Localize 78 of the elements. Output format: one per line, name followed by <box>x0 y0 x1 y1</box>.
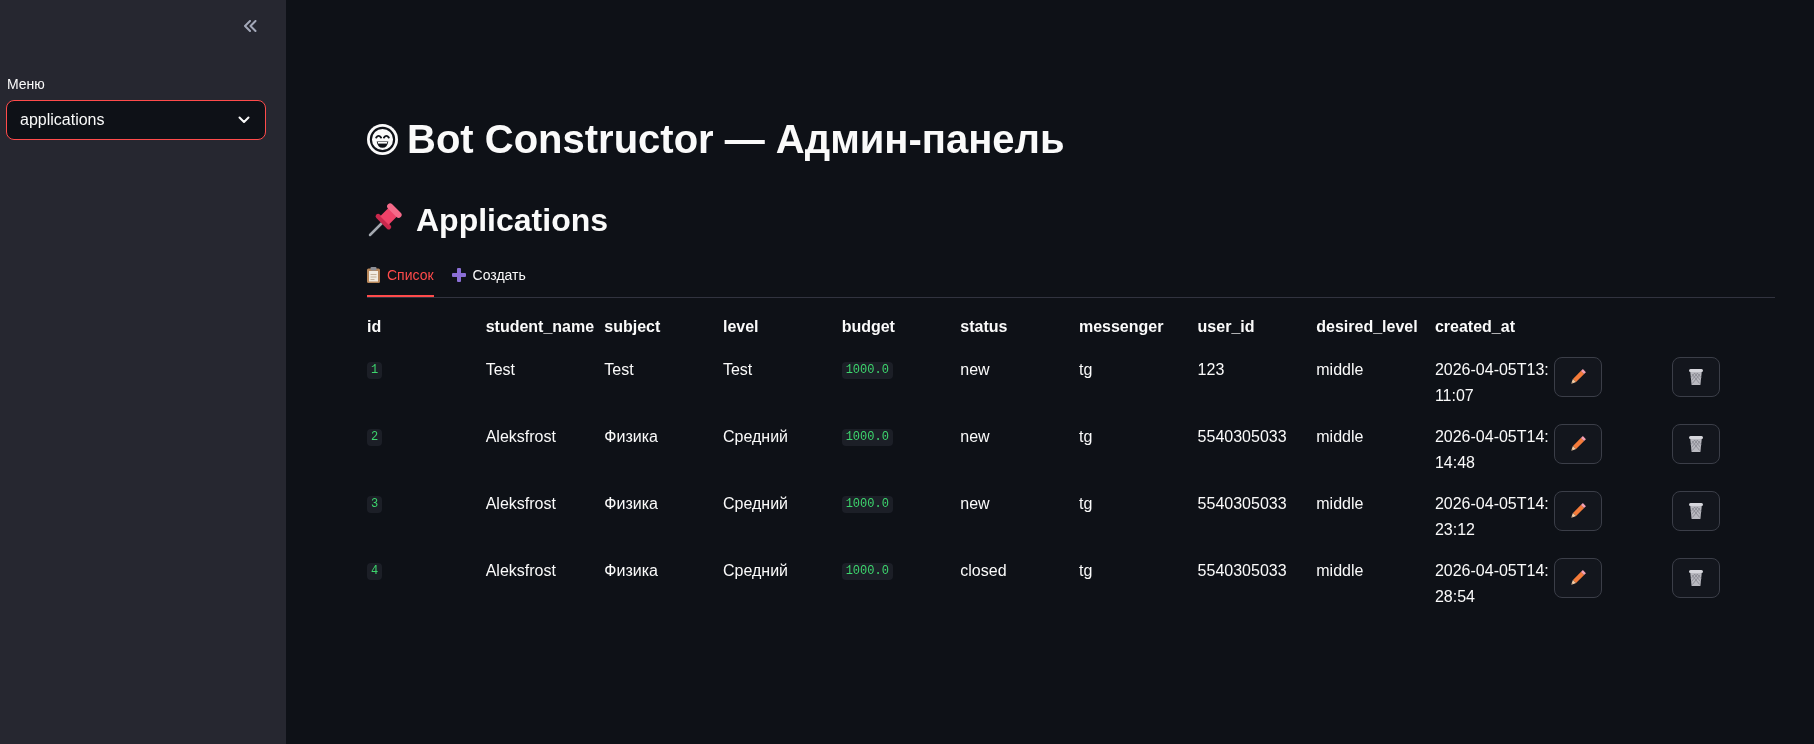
table-cell-text: 5540305033 <box>1197 427 1287 447</box>
column-header: level <box>722 317 759 337</box>
table-cell-text: 2026-04-05T14:23:12 <box>1434 494 1550 540</box>
wastebasket-icon <box>1689 570 1704 586</box>
table-cell: 1000.0 <box>841 429 893 446</box>
double-chevron-left-icon <box>243 20 257 32</box>
column-header: desired_level <box>1316 317 1418 337</box>
section-title: Applications <box>416 201 608 240</box>
table-cell-text: middle <box>1316 360 1364 380</box>
table-cell: 1000.0 <box>841 496 893 513</box>
wastebasket-icon <box>1689 369 1704 385</box>
delete-button[interactable] <box>1672 558 1721 598</box>
edit-button[interactable] <box>1553 424 1602 464</box>
table-cell-text: closed <box>960 561 1007 581</box>
table-cell: 2 <box>367 429 383 446</box>
edit-button[interactable] <box>1553 491 1602 531</box>
pencil-icon <box>1569 369 1586 385</box>
table-cell-text: middle <box>1316 561 1364 581</box>
wastebasket-icon <box>1689 436 1704 452</box>
table-cell-text: tg <box>1078 360 1093 380</box>
table-cell-text: new <box>960 494 990 514</box>
delete-button[interactable] <box>1672 357 1721 397</box>
column-header: user_id <box>1197 317 1255 337</box>
delete-button[interactable] <box>1672 491 1721 531</box>
table-cell-text: Test <box>485 360 515 380</box>
table-cell-text: 5540305033 <box>1197 494 1287 514</box>
table-cell-text: Aleksfrost <box>485 427 556 447</box>
table-cell-text: new <box>960 427 990 447</box>
table-cell-text: Физика <box>604 494 658 514</box>
pushpin-icon <box>367 202 403 238</box>
table-cell-text: Test <box>722 360 753 380</box>
table-cell-text: Физика <box>604 427 658 447</box>
table-cell-text: new <box>960 360 990 380</box>
menu-label: Меню <box>7 75 45 94</box>
table-cell-text: Средний <box>722 427 788 447</box>
table-cell-text: Средний <box>722 561 788 581</box>
column-header: student_name <box>485 317 595 337</box>
table-cell-text: 5540305033 <box>1197 561 1287 581</box>
collapse-sidebar-button[interactable] <box>243 20 257 32</box>
table-cell-text: 2026-04-05T14:28:54 <box>1434 561 1550 607</box>
table-cell-text: Aleksfrost <box>485 494 556 514</box>
table-cell: 1 <box>367 362 383 379</box>
pencil-icon <box>1569 503 1586 519</box>
table-cell-text: tg <box>1078 561 1093 581</box>
grinning-face-icon <box>367 123 398 155</box>
table-cell-text: Test <box>604 360 634 380</box>
table-cell-text: Средний <box>722 494 788 514</box>
table-cell: 1000.0 <box>841 563 893 580</box>
delete-button[interactable] <box>1672 424 1721 464</box>
table-cell: 4 <box>367 563 383 580</box>
wastebasket-icon <box>1689 503 1704 519</box>
column-header: subject <box>604 317 661 337</box>
table-cell-text: middle <box>1316 427 1364 447</box>
table-cell-text: 123 <box>1197 360 1225 380</box>
table-cell-text: Aleksfrost <box>485 561 556 581</box>
column-header: status <box>960 317 1008 337</box>
pencil-icon <box>1569 570 1586 586</box>
pencil-icon <box>1569 436 1586 452</box>
table-cell-text: 2026-04-05T14:14:48 <box>1434 427 1550 473</box>
menu-select[interactable]: applications <box>6 100 266 140</box>
column-header: created_at <box>1434 317 1515 337</box>
table-cell-text: Физика <box>604 561 658 581</box>
clipboard-icon <box>367 267 380 283</box>
column-header: messenger <box>1078 317 1164 337</box>
tab[interactable]: Создать <box>451 255 526 297</box>
table-cell: 1000.0 <box>841 362 893 379</box>
chevron-down-icon <box>238 116 250 124</box>
column-header: budget <box>841 317 895 337</box>
table-cell-text: 2026-04-05T13:11:07 <box>1434 360 1550 406</box>
edit-button[interactable] <box>1553 357 1602 397</box>
table-cell: 3 <box>367 496 383 513</box>
table-cell-text: tg <box>1078 427 1093 447</box>
page-title: Bot Constructor — Админ-панель <box>407 116 1065 163</box>
table-cell-text: tg <box>1078 494 1093 514</box>
plus-icon <box>451 268 466 282</box>
column-header: id <box>367 317 382 337</box>
edit-button[interactable] <box>1553 558 1602 598</box>
table-cell-text: middle <box>1316 494 1364 514</box>
